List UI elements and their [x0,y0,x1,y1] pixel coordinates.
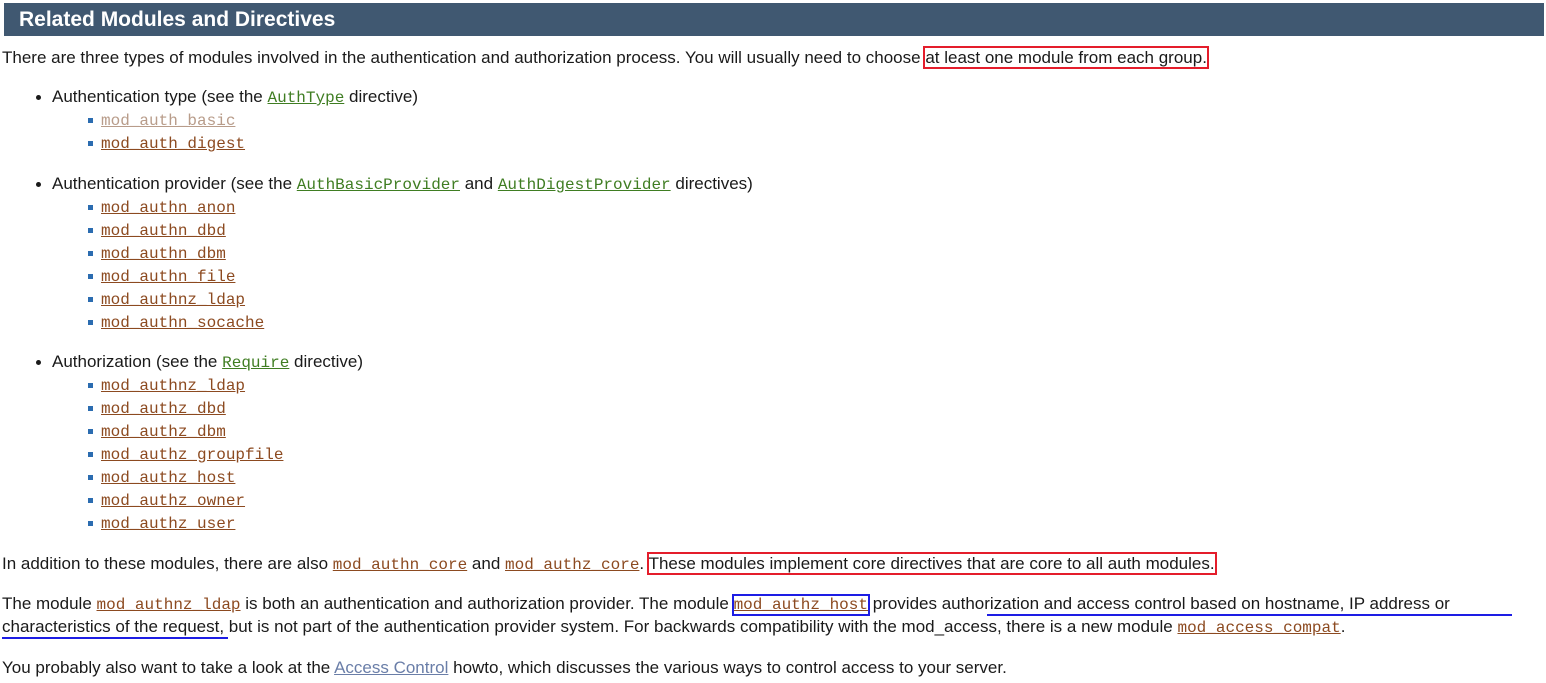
module-link[interactable]: mod_authz_user [101,515,235,533]
bullet-icon [36,182,41,187]
group-authentication-type: Authentication type (see the AuthType di… [52,87,418,107]
module-link[interactable]: mod_authz_dbm [101,423,226,441]
underlined-phrase: authorization and access control based o… [941,594,1450,613]
intro-text: There are three types of modules involve… [2,48,926,67]
bullet-icon [36,95,41,100]
module-link[interactable]: mod_authn_file [101,268,235,286]
bullet-icon [36,360,41,365]
square-bullet-icon [88,498,93,503]
square-bullet-icon [88,452,93,457]
module-link-authz-host[interactable]: mod_authz_host [731,594,870,616]
group-authentication-provider: Authentication provider (see the AuthBas… [52,174,753,194]
provider-paragraph-line2: characteristics of the request, but is n… [2,617,1346,637]
provider-paragraph-line1: The module mod_authnz_ldap is both an au… [2,594,1450,616]
blue-underline [2,637,228,639]
module-link-authn-core[interactable]: mod_authn_core [333,556,467,574]
module-link-authz-core[interactable]: mod_authz_core [505,556,639,574]
module-link[interactable]: mod_authz_groupfile [101,446,283,464]
square-bullet-icon [88,251,93,256]
module-link[interactable]: mod_authz_owner [101,492,245,510]
intro-paragraph: There are three types of modules involve… [2,46,1209,69]
module-link-authnz-ldap[interactable]: mod_authnz_ldap [97,596,241,614]
intro-highlight: at least one module from each group. [923,46,1209,69]
addition-paragraph: In addition to these modules, there are … [2,552,1217,575]
square-bullet-icon [88,205,93,210]
square-bullet-icon [88,406,93,411]
group-authorization: Authorization (see the Require directive… [52,352,364,372]
directive-link-require[interactable]: Require [222,354,289,372]
module-link-access-compat[interactable]: mod_access_compat [1177,619,1340,637]
module-link[interactable]: mod_authn_dbd [101,222,226,240]
module-link[interactable]: mod_auth_digest [101,135,245,153]
square-bullet-icon [88,297,93,302]
square-bullet-icon [88,141,93,146]
access-control-link[interactable]: Access Control [334,658,448,677]
blue-underline [987,614,1512,616]
underlined-phrase: characteristics of the request [2,617,220,636]
square-bullet-icon [88,320,93,325]
module-link[interactable]: mod_authz_dbd [101,400,226,418]
module-link[interactable]: mod_authnz_ldap [101,377,245,395]
module-link[interactable]: mod_authn_socache [101,314,264,332]
module-link[interactable]: mod_authnz_ldap [101,291,245,309]
section-title: Related Modules and Directives [4,3,1544,36]
closing-paragraph: You probably also want to take a look at… [2,658,1007,677]
square-bullet-icon [88,228,93,233]
square-bullet-icon [88,274,93,279]
square-bullet-icon [88,118,93,123]
addition-highlight: These modules implement core directives … [646,552,1217,575]
square-bullet-icon [88,521,93,526]
directive-link-authtype[interactable]: AuthType [267,89,344,107]
module-link[interactable]: mod_auth_basic [101,112,235,130]
directive-link-authdigestprovider[interactable]: AuthDigestProvider [498,176,671,194]
square-bullet-icon [88,429,93,434]
square-bullet-icon [88,383,93,388]
square-bullet-icon [88,475,93,480]
directive-link-authbasicprovider[interactable]: AuthBasicProvider [297,176,460,194]
module-link[interactable]: mod_authz_host [101,469,235,487]
module-link[interactable]: mod_authn_anon [101,199,235,217]
module-link[interactable]: mod_authn_dbm [101,245,226,263]
